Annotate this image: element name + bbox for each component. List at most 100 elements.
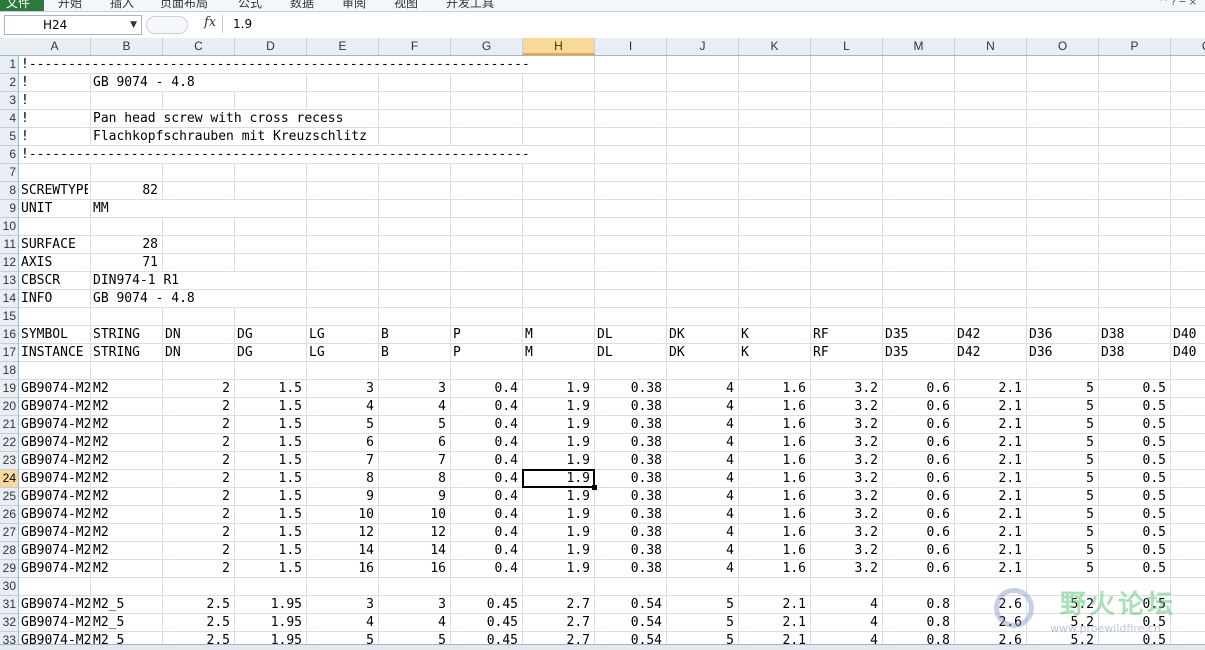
row-header-21[interactable]: 21: [0, 416, 18, 434]
cell-j33[interactable]: 5: [667, 632, 736, 644]
cell-h22[interactable]: 1.9: [523, 434, 592, 451]
cell-o31[interactable]: 5.2: [1027, 596, 1096, 613]
cell-i33[interactable]: 0.54: [595, 632, 664, 644]
cell-m24[interactable]: 0.6: [883, 470, 952, 487]
cell-l19[interactable]: 3.2: [811, 380, 880, 397]
cell-b31[interactable]: M2_5: [91, 596, 160, 613]
cell-k22[interactable]: 1.6: [739, 434, 808, 451]
cell-l31[interactable]: 4: [811, 596, 880, 613]
cell-b24[interactable]: M2: [91, 470, 160, 487]
cell-a12[interactable]: AXIS: [19, 254, 88, 271]
cell-a23[interactable]: GB9074-M2: [19, 452, 90, 469]
cell-f29[interactable]: 16: [379, 560, 448, 577]
row-header-28[interactable]: 28: [0, 542, 18, 560]
cell-c26[interactable]: 2: [163, 506, 232, 523]
cell-n27[interactable]: 2.1: [955, 524, 1024, 541]
row-header-19[interactable]: 19: [0, 380, 18, 398]
row-header-7[interactable]: 7: [0, 164, 18, 182]
cell-b23[interactable]: M2: [91, 452, 160, 469]
cell-g28[interactable]: 0.4: [451, 542, 520, 559]
cell-d17[interactable]: DG: [235, 344, 304, 361]
cell-l21[interactable]: 3.2: [811, 416, 880, 433]
cell-a28[interactable]: GB9074-M2: [19, 542, 90, 559]
cell-l20[interactable]: 3.2: [811, 398, 880, 415]
row-header-5[interactable]: 5: [0, 128, 18, 146]
column-header-f[interactable]: F: [379, 38, 451, 55]
name-box[interactable]: H24 ▼: [4, 15, 142, 35]
cell-c21[interactable]: 2: [163, 416, 232, 433]
cell-n22[interactable]: 2.1: [955, 434, 1024, 451]
cell-e25[interactable]: 9: [307, 488, 376, 505]
column-header-d[interactable]: D: [235, 38, 307, 55]
cell-k25[interactable]: 1.6: [739, 488, 808, 505]
cell-k29[interactable]: 1.6: [739, 560, 808, 577]
cell-i31[interactable]: 0.54: [595, 596, 664, 613]
cell-l17[interactable]: RF: [811, 344, 880, 361]
row-header-10[interactable]: 10: [0, 218, 18, 236]
column-header-j[interactable]: J: [667, 38, 739, 55]
cell-i27[interactable]: 0.38: [595, 524, 664, 541]
cell-h27[interactable]: 1.9: [523, 524, 592, 541]
cell-o29[interactable]: 5: [1027, 560, 1096, 577]
cell-p24[interactable]: 0.5: [1099, 470, 1168, 487]
cell-n21[interactable]: 2.1: [955, 416, 1024, 433]
fill-handle[interactable]: [592, 485, 597, 490]
cell-b22[interactable]: M2: [91, 434, 160, 451]
row-header-2[interactable]: 2: [0, 74, 18, 92]
cell-d27[interactable]: 1.5: [235, 524, 304, 541]
cell-f20[interactable]: 4: [379, 398, 448, 415]
cell-b33[interactable]: M2_5: [91, 632, 160, 644]
cell-f27[interactable]: 12: [379, 524, 448, 541]
cell-f22[interactable]: 6: [379, 434, 448, 451]
column-header-m[interactable]: M: [883, 38, 955, 55]
cell-g29[interactable]: 0.4: [451, 560, 520, 577]
cell-e24[interactable]: 8: [307, 470, 376, 487]
cell-b32[interactable]: M2_5: [91, 614, 160, 631]
column-header-l[interactable]: L: [811, 38, 883, 55]
cell-i20[interactable]: 0.38: [595, 398, 664, 415]
tab-insert[interactable]: 插入: [110, 0, 134, 11]
cell-n23[interactable]: 2.1: [955, 452, 1024, 469]
cell-b29[interactable]: M2: [91, 560, 160, 577]
cell-p33[interactable]: 0.5: [1099, 632, 1168, 644]
cell-o19[interactable]: 5: [1027, 380, 1096, 397]
cell-i22[interactable]: 0.38: [595, 434, 664, 451]
cell-j27[interactable]: 4: [667, 524, 736, 541]
cell-j21[interactable]: 4: [667, 416, 736, 433]
row-header-33[interactable]: 33: [0, 632, 18, 644]
cell-k17[interactable]: K: [739, 344, 808, 361]
cell-h21[interactable]: 1.9: [523, 416, 592, 433]
cell-e17[interactable]: LG: [307, 344, 376, 361]
cell-g23[interactable]: 0.4: [451, 452, 520, 469]
cell-c24[interactable]: 2: [163, 470, 232, 487]
cell-m22[interactable]: 0.6: [883, 434, 952, 451]
cell-k19[interactable]: 1.6: [739, 380, 808, 397]
cell-m27[interactable]: 0.6: [883, 524, 952, 541]
cell-l22[interactable]: 3.2: [811, 434, 880, 451]
cell-o21[interactable]: 5: [1027, 416, 1096, 433]
cell-o27[interactable]: 5: [1027, 524, 1096, 541]
cell-n19[interactable]: 2.1: [955, 380, 1024, 397]
tab-view[interactable]: 视图: [394, 0, 418, 11]
cell-o16[interactable]: D36: [1027, 326, 1096, 343]
column-header-o[interactable]: O: [1027, 38, 1099, 55]
cell-c31[interactable]: 2.5: [163, 596, 232, 613]
cell-o22[interactable]: 5: [1027, 434, 1096, 451]
cell-f28[interactable]: 14: [379, 542, 448, 559]
row-header-27[interactable]: 27: [0, 524, 18, 542]
row-header-26[interactable]: 26: [0, 506, 18, 524]
cell-a27[interactable]: GB9074-M2: [19, 524, 90, 541]
cell-j24[interactable]: 4: [667, 470, 736, 487]
cell-b11[interactable]: 28: [91, 236, 160, 253]
column-header-g[interactable]: G: [451, 38, 523, 55]
cell-l28[interactable]: 3.2: [811, 542, 880, 559]
cell-e16[interactable]: LG: [307, 326, 376, 343]
cell-b2[interactable]: GB 9074 - 4.8: [91, 74, 304, 91]
cell-f25[interactable]: 9: [379, 488, 448, 505]
cell-m28[interactable]: 0.6: [883, 542, 952, 559]
cell-i24[interactable]: 0.38: [595, 470, 664, 487]
cell-i32[interactable]: 0.54: [595, 614, 664, 631]
cell-i28[interactable]: 0.38: [595, 542, 664, 559]
cell-p32[interactable]: 0.5: [1099, 614, 1168, 631]
file-tab[interactable]: 文件: [0, 0, 44, 11]
